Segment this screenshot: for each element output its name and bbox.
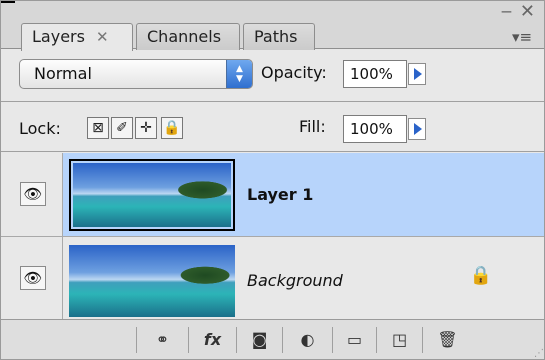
collapse-icon[interactable]: ‒ [501, 1, 513, 22]
opacity-slider-arrow-icon[interactable] [408, 63, 426, 85]
resize-grip-icon[interactable]: ⋰ [534, 348, 544, 359]
tab-strip: Layers ✕ Channels Paths ‒ ✕ ▾≡ [1, 1, 544, 51]
tab-paths-label: Paths [254, 27, 298, 46]
layer-row-layer-1[interactable]: 👁 Layer 1 [1, 153, 544, 237]
new-layer-icon[interactable]: ◳ [376, 327, 422, 353]
layer-thumbnail[interactable] [69, 159, 235, 231]
lock-position-icon[interactable]: ✛ [135, 117, 157, 139]
opacity-label: Opacity: [261, 63, 327, 82]
visibility-column: 👁 [1, 153, 63, 236]
trash-icon[interactable]: 🗑 [422, 327, 472, 353]
blend-mode-select[interactable]: Normal ▲ ▼ [19, 59, 253, 89]
fill-slider-arrow-icon[interactable] [408, 118, 426, 140]
divider [1, 151, 544, 152]
bottom-toolbar: ⚭ fx ◙ ◐ ▭ ◳ 🗑 ⋰ [1, 319, 544, 359]
blend-mode-stepper-icon[interactable]: ▲ ▼ [226, 60, 252, 88]
tab-paths[interactable]: Paths [243, 23, 315, 50]
tab-channels[interactable]: Channels [136, 23, 240, 50]
layer-name[interactable]: Background [247, 271, 343, 290]
tab-layers[interactable]: Layers ✕ [21, 23, 133, 51]
folder-icon[interactable]: ▭ [332, 327, 376, 353]
eye-icon[interactable]: 👁 [20, 266, 46, 290]
eye-icon[interactable]: 👁 [20, 182, 46, 206]
fill-label: Fill: [299, 117, 326, 136]
visibility-column: 👁 [1, 237, 63, 320]
adjustment-layer-icon[interactable]: ◐ [282, 327, 332, 353]
tab-layers-label: Layers [32, 27, 85, 46]
lock-transparent-pixels-icon[interactable]: ⊠ [87, 117, 109, 139]
opacity-input[interactable]: 100% [343, 60, 407, 88]
add-mask-icon[interactable]: ◙ [236, 327, 282, 353]
panel-menu-icon[interactable]: ▾≡ [508, 28, 536, 46]
tab-channels-label: Channels [147, 27, 222, 46]
layers-panel: Layers ✕ Channels Paths ‒ ✕ ▾≡ Normal ▲ ▼… [0, 0, 545, 360]
close-icon[interactable]: ✕ [96, 28, 109, 46]
panel-close-icon[interactable]: ✕ [520, 1, 536, 22]
layer-thumbnail-image [69, 245, 235, 317]
layer-thumbnail[interactable] [69, 245, 235, 317]
lock-label: Lock: [19, 119, 61, 138]
fill-input[interactable]: 100% [343, 115, 407, 143]
fx-icon[interactable]: fx [188, 327, 236, 353]
layers-list: 👁 Layer 1 👁 Background 🔒 [1, 153, 544, 321]
divider [1, 101, 544, 102]
link-layers-icon[interactable]: ⚭ [136, 327, 188, 353]
layer-row-background[interactable]: 👁 Background 🔒 [1, 237, 544, 321]
lock-image-pixels-icon[interactable]: ✐ [111, 117, 133, 139]
top-left-corner-mark [1, 1, 15, 3]
layer-thumbnail-image [73, 163, 231, 227]
lock-all-icon[interactable]: 🔒 [161, 117, 183, 139]
lock-icon: 🔒 [469, 265, 492, 286]
window-controls: ‒ ✕ [501, 1, 536, 22]
layer-name[interactable]: Layer 1 [247, 185, 313, 204]
blend-mode-value: Normal [34, 64, 92, 83]
